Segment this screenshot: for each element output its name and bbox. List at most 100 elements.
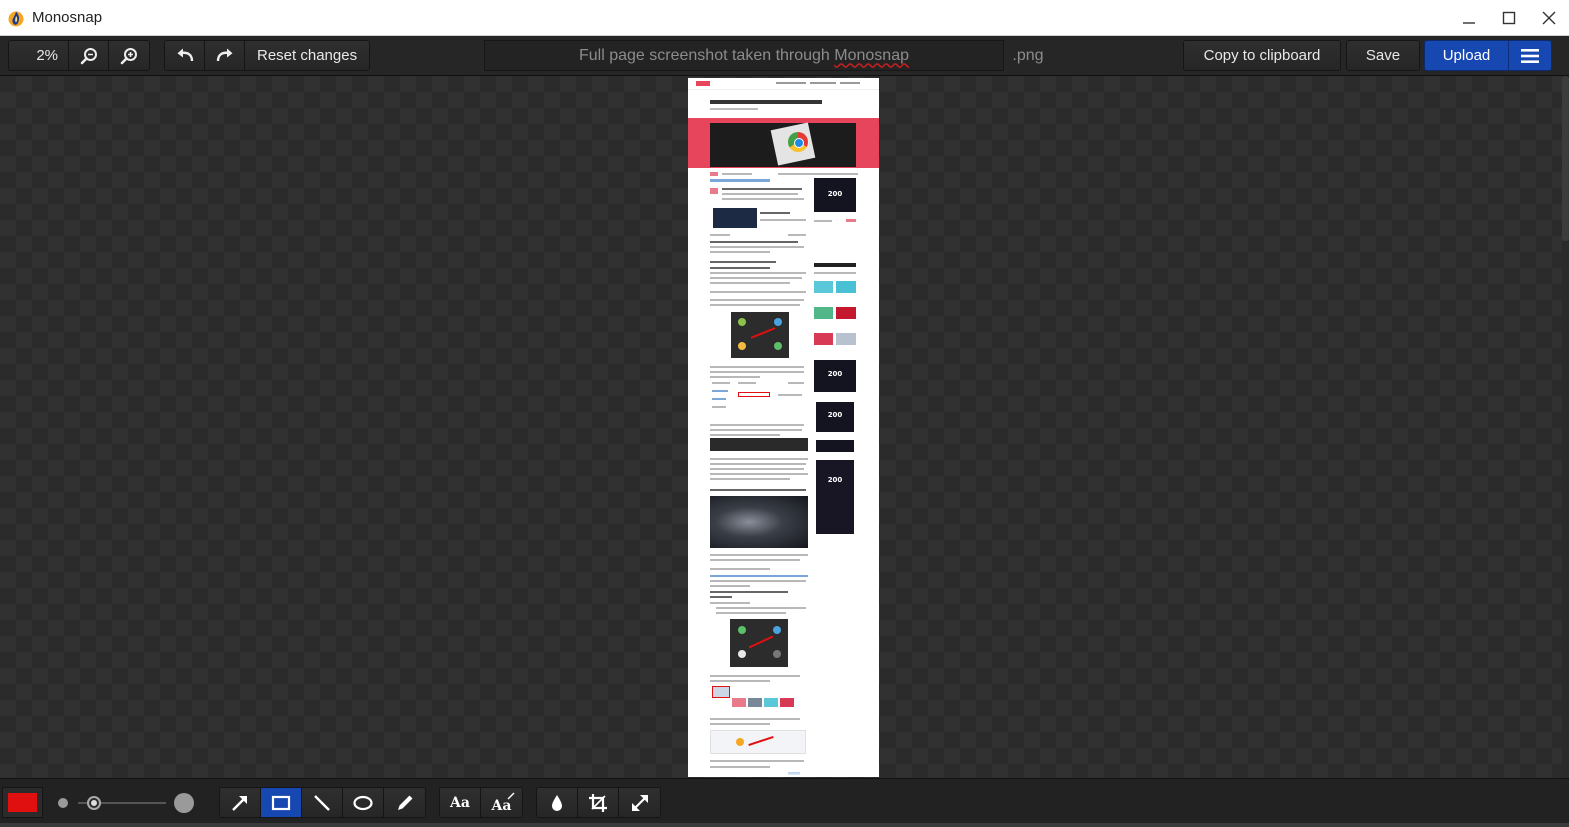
pen-tool[interactable]: [384, 788, 425, 817]
text-callout-tool[interactable]: Aa: [481, 788, 522, 817]
preview-tile: [814, 307, 833, 319]
preview-ad: 200: [814, 178, 856, 212]
preview-line: [710, 675, 800, 677]
preview-line: [710, 371, 804, 373]
monosnap-flame-icon: [8, 11, 24, 26]
preview-line: [710, 261, 776, 263]
redo-button[interactable]: [205, 41, 245, 70]
preview-line: [814, 220, 832, 222]
rectangle-tool[interactable]: [261, 788, 302, 817]
preview-tile: [764, 698, 778, 707]
preview-space-image: [710, 496, 808, 548]
color-picker[interactable]: [2, 787, 43, 818]
preview-line: [710, 251, 770, 253]
scrollbar-thumb[interactable]: [1562, 76, 1569, 241]
screenshot-preview[interactable]: 200 200 200 200: [688, 78, 879, 777]
preview-line: [722, 173, 752, 175]
zoom-level[interactable]: 2%: [9, 41, 69, 70]
zoom-out-button[interactable]: [69, 41, 109, 70]
preview-line: [710, 585, 750, 587]
preview-line: [716, 612, 786, 614]
slider-knob[interactable]: [87, 796, 101, 810]
copy-to-clipboard-button[interactable]: Copy to clipboard: [1184, 41, 1340, 70]
minimize-icon: [1463, 22, 1475, 24]
reset-changes-button[interactable]: Reset changes: [245, 41, 370, 70]
preview-highlight-box: [738, 392, 770, 397]
rectangle-icon: [271, 795, 291, 810]
color-swatch: [8, 793, 37, 812]
preview-line: [710, 463, 806, 465]
preview-sidebar-header: [814, 263, 856, 267]
preview-site-header: [688, 78, 879, 90]
line-tool[interactable]: [302, 788, 343, 817]
preview-line: [710, 434, 780, 436]
file-extension: .png: [1012, 46, 1044, 64]
window-controls: [1449, 0, 1569, 36]
resize-tool[interactable]: [619, 788, 660, 817]
preview-line: [760, 219, 806, 221]
close-icon: [1542, 11, 1556, 25]
preview-dot: [773, 650, 781, 658]
top-toolbar: 2% Reset changes Full page screenshot ta…: [0, 36, 1569, 76]
preview-line: [710, 376, 760, 378]
preview-line: [710, 680, 770, 682]
preview-code-block: [710, 438, 808, 451]
preview-line: [710, 172, 718, 176]
upload-button[interactable]: Upload: [1425, 41, 1509, 70]
chrome-logo-icon: [788, 132, 808, 152]
preview-line: [710, 575, 808, 577]
zoom-out-icon: [80, 47, 97, 64]
preview-tile: [836, 307, 856, 319]
preview-line: [710, 424, 804, 426]
undo-icon: [177, 48, 193, 61]
preview-tile: [814, 281, 833, 293]
preview-line: [710, 282, 790, 284]
arrow-tool[interactable]: [220, 788, 261, 817]
preview-line: [722, 188, 802, 190]
ellipse-icon: [353, 795, 373, 810]
preview-line: [712, 406, 726, 408]
preview-dot: [774, 342, 782, 350]
window-title: Monosnap: [32, 9, 103, 26]
stroke-width-slider[interactable]: [56, 790, 196, 816]
preview-line: [710, 760, 804, 762]
effects-group: [536, 787, 661, 818]
preview-line: [710, 234, 730, 236]
save-button[interactable]: Save: [1347, 41, 1419, 70]
close-button[interactable]: [1529, 0, 1569, 36]
zoom-in-button[interactable]: [109, 41, 149, 70]
undo-button[interactable]: [165, 41, 205, 70]
menu-button[interactable]: [1509, 41, 1551, 70]
upload-group: Upload: [1424, 40, 1552, 71]
preview-line: [712, 382, 730, 384]
preview-article-title: [710, 100, 822, 104]
crop-icon: [589, 793, 607, 812]
preview-dot: [774, 318, 782, 326]
preview-line: [712, 390, 728, 392]
preview-line: [710, 473, 808, 475]
preview-ad: 200: [816, 460, 854, 534]
preview-line: [710, 291, 806, 293]
blur-tool[interactable]: [537, 788, 578, 817]
preview-line: [710, 241, 798, 243]
preview-dot: [773, 626, 781, 634]
preview-tile: [814, 333, 833, 345]
preview-ad: 200: [816, 402, 854, 432]
crop-tool[interactable]: [578, 788, 619, 817]
preview-line: [722, 198, 804, 200]
preview-tile: [836, 333, 856, 345]
minimize-button[interactable]: [1449, 0, 1489, 36]
preview-line: [760, 212, 790, 214]
title-bar: Monosnap: [0, 0, 1569, 36]
window-bottom-edge: [0, 823, 1569, 827]
large-stroke-icon: [174, 793, 194, 813]
ellipse-tool[interactable]: [343, 788, 384, 817]
hamburger-menu-icon: [1521, 48, 1539, 63]
filename-input[interactable]: Full page screenshot taken through Monos…: [484, 40, 1004, 71]
preview-line: [814, 272, 856, 274]
maximize-button[interactable]: [1489, 0, 1529, 36]
preview-nav: [776, 82, 806, 84]
preview-tile: [748, 698, 762, 707]
preview-line: [846, 219, 856, 222]
text-tool[interactable]: Aa: [440, 788, 481, 817]
